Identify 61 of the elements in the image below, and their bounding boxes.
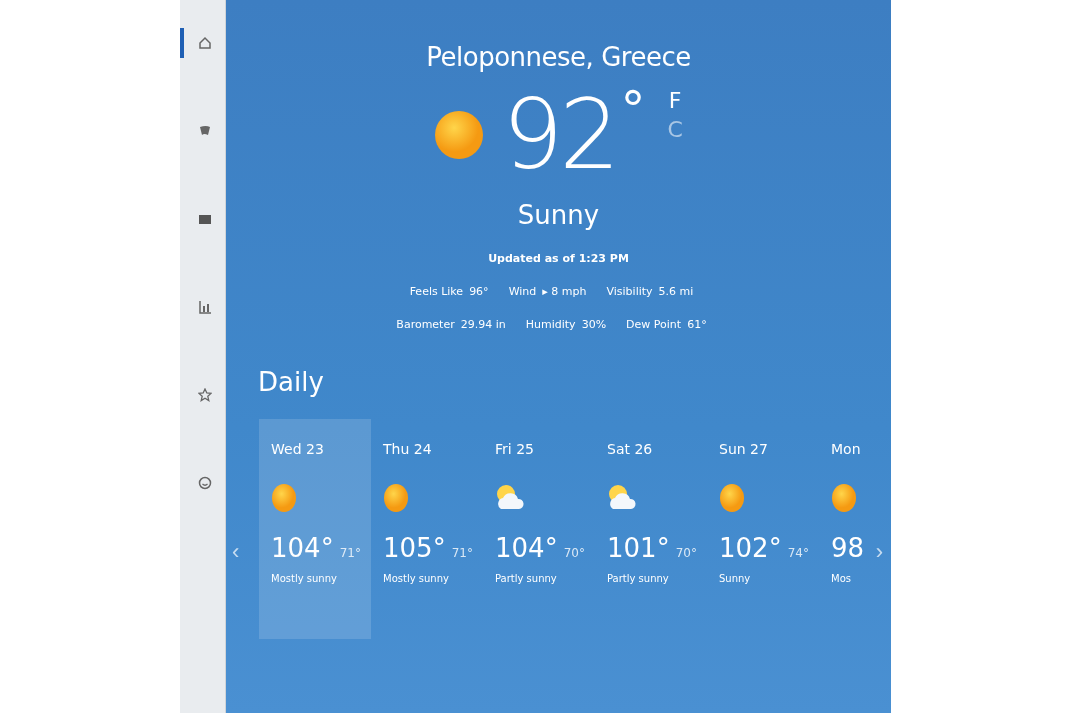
chart-icon <box>197 300 212 314</box>
location-title: Peloponnese, Greece <box>426 42 691 72</box>
forecast-description: Mostly sunny <box>271 573 337 584</box>
day-card[interactable]: Sun 27 102° 74° Sunny <box>707 419 819 639</box>
updated-time: Updated as of 1:23 PM <box>488 252 629 265</box>
map-icon <box>197 212 212 226</box>
current-temperature: 92 <box>502 80 617 190</box>
detail-label: Wind <box>508 285 537 298</box>
sun-icon <box>383 483 409 513</box>
unit-toggle[interactable]: C <box>667 115 683 144</box>
detail-value: 61° <box>687 318 707 331</box>
low-temperature: 70° <box>563 546 585 560</box>
high-temperature: 105° <box>383 533 446 563</box>
sun-icon <box>719 483 745 513</box>
star-icon <box>197 388 212 402</box>
sun-icon <box>271 483 297 513</box>
day-label: Thu 24 <box>383 441 432 457</box>
day-label: Wed 23 <box>271 441 324 457</box>
high-temperature: 104° <box>271 533 334 563</box>
degree-sign: ° <box>620 80 646 140</box>
section-title: Daily <box>258 367 324 397</box>
day-card[interactable]: Sat 26 101° 70° Partly sunny <box>595 419 707 639</box>
forecast-description: Sunny <box>719 573 751 584</box>
detail-label: Humidity <box>525 318 576 331</box>
detail-value: 29.94 in <box>460 318 506 331</box>
day-label: Sun 27 <box>719 441 768 457</box>
detail-label: Dew Point <box>626 318 682 331</box>
sun-icon <box>434 110 485 160</box>
detail-value: ▸ 8 mph <box>542 285 587 298</box>
high-temperature: 101° <box>607 533 670 563</box>
high-temperature: 98 <box>831 533 865 563</box>
detail-label: Visibility <box>606 285 653 298</box>
forecast-description: Partly sunny <box>495 573 557 584</box>
unit-toggle[interactable]: F <box>667 86 683 115</box>
day-card[interactable]: Wed 23 104° 71° Mostly sunny <box>259 419 371 639</box>
forecast-description: Mostly sunny <box>383 573 449 584</box>
curved-shape-icon <box>197 124 212 138</box>
low-temperature: 71° <box>451 546 473 560</box>
previous-button[interactable]: ‹ <box>232 539 240 565</box>
condition-label: Sunny <box>517 200 600 230</box>
forecast-description: Partly sunny <box>607 573 669 584</box>
low-temperature: 70° <box>675 546 697 560</box>
smiley-icon <box>197 476 212 490</box>
day-label: Sat 26 <box>607 441 653 457</box>
detail-value: 30% <box>581 318 607 331</box>
low-temperature: 74° <box>787 546 809 560</box>
detail-label: Barometer <box>396 318 455 331</box>
day-label: Mon <box>831 441 861 457</box>
day-card[interactable]: Fri 25 104° 70° Partly sunny <box>483 419 595 639</box>
detail-value: 5.6 mi <box>658 285 694 298</box>
low-temperature: 71° <box>339 546 361 560</box>
high-temperature: 102° <box>719 533 782 563</box>
detail-value: 96° <box>469 285 489 298</box>
detail-label: Feels Like <box>409 285 464 298</box>
day-label: Fri 25 <box>495 441 534 457</box>
day-card[interactable]: Thu 24 105° 71° Mostly sunny <box>371 419 483 639</box>
high-temperature: 104° <box>495 533 558 563</box>
home-icon <box>197 36 212 50</box>
next-button[interactable]: › <box>875 539 883 565</box>
forecast-description: Mos <box>831 573 851 584</box>
sun-icon <box>831 483 857 513</box>
